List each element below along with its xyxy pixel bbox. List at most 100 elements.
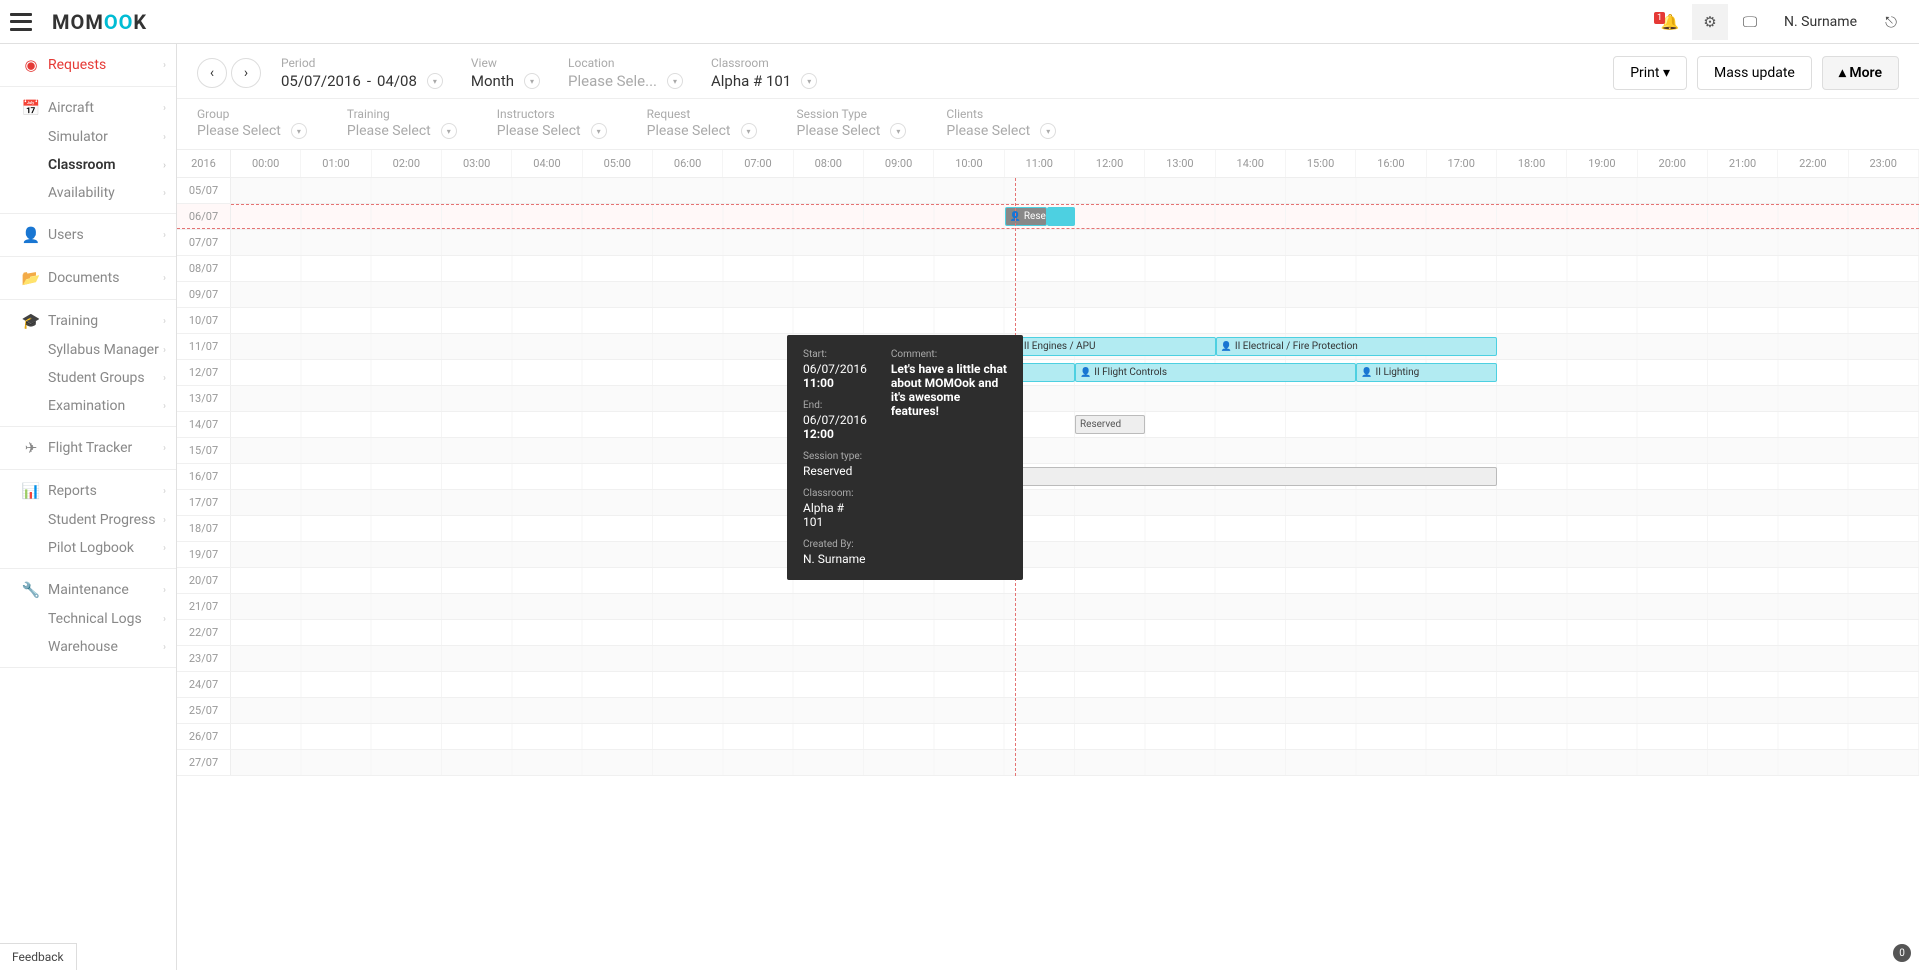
- date-cell: 14/07: [177, 412, 231, 437]
- sidebar-item-warehouse[interactable]: Warehouse›: [0, 633, 176, 661]
- sidebar-item-student-progress[interactable]: Student Progress›: [0, 506, 176, 534]
- schedule-row[interactable]: 25/07: [177, 698, 1919, 724]
- schedule-event[interactable]: 👤II Flight Controls: [1075, 363, 1356, 382]
- sidebar-item-pilot-logbook[interactable]: Pilot Logbook›: [0, 534, 176, 562]
- prev-button[interactable]: ‹: [197, 58, 227, 88]
- classroom-selector[interactable]: Classroom Alpha # 101▾: [711, 56, 817, 90]
- filter-session-type[interactable]: Session TypePlease Select▾: [797, 107, 907, 139]
- schedule-row[interactable]: 22/07: [177, 620, 1919, 646]
- schedule-row[interactable]: 24/07: [177, 672, 1919, 698]
- sidebar-item-availability[interactable]: Availability›: [0, 179, 176, 207]
- row-cells[interactable]: 👤II Hydraulic System👤II Flight Controls👤…: [231, 360, 1919, 385]
- mass-update-button[interactable]: Mass update: [1697, 56, 1812, 90]
- row-cells[interactable]: [231, 230, 1919, 255]
- sidebar-item-aircraft[interactable]: 📅Aircraft›: [0, 93, 176, 123]
- row-cells[interactable]: [231, 724, 1919, 749]
- schedule-row[interactable]: 20/07: [177, 568, 1919, 594]
- period-selector[interactable]: Period 05/07/2016 - 04/08▾: [281, 56, 443, 90]
- filter-request[interactable]: RequestPlease Select▾: [647, 107, 757, 139]
- more-button[interactable]: ▴ More: [1822, 56, 1899, 90]
- schedule-row[interactable]: 07/07: [177, 230, 1919, 256]
- display-button[interactable]: 🖵: [1732, 4, 1768, 40]
- sidebar-item-technical-logs[interactable]: Technical Logs›: [0, 605, 176, 633]
- bottom-badge[interactable]: 0: [1893, 944, 1911, 962]
- row-cells[interactable]: Reserved: [231, 412, 1919, 437]
- schedule-event[interactable]: 👤II Engines / APU: [1005, 337, 1216, 356]
- schedule-row[interactable]: 12/07👤II Hydraulic System👤II Flight Cont…: [177, 360, 1919, 386]
- row-cells[interactable]: 👤II Course Introduction👤II Engines / APU…: [231, 334, 1919, 359]
- sidebar-item-flight-tracker[interactable]: ✈Flight Tracker›: [0, 433, 176, 463]
- filter-group[interactable]: GroupPlease Select▾: [197, 107, 307, 139]
- sidebar-item-student-groups[interactable]: Student Groups›: [0, 364, 176, 392]
- row-cells[interactable]: [231, 178, 1919, 203]
- row-cells[interactable]: [231, 750, 1919, 775]
- username-label[interactable]: N. Surname: [1772, 14, 1869, 30]
- sidebar-item-reports[interactable]: 📊Reports›: [0, 476, 176, 506]
- row-cells[interactable]: [231, 672, 1919, 697]
- schedule-row[interactable]: 14/07 Reserved: [177, 412, 1919, 438]
- row-cells[interactable]: [231, 282, 1919, 307]
- schedule-event[interactable]: 👤Reserved: [1005, 207, 1047, 226]
- row-cells[interactable]: [231, 256, 1919, 281]
- row-cells[interactable]: 👤Reserved: [231, 204, 1919, 229]
- chevron-right-icon: ›: [163, 614, 166, 625]
- sidebar-item-maintenance[interactable]: 🔧Maintenance›: [0, 575, 176, 605]
- row-cells[interactable]: [231, 568, 1919, 593]
- notifications-button[interactable]: 1 🔔: [1652, 4, 1688, 40]
- sidebar-item-simulator[interactable]: Simulator›: [0, 123, 176, 151]
- location-selector[interactable]: Location Please Sele...▾: [568, 56, 683, 90]
- sidebar-item-examination[interactable]: Examination›: [0, 392, 176, 420]
- schedule-row[interactable]: 05/07: [177, 178, 1919, 204]
- row-cells[interactable]: 👤II Lighting: [231, 386, 1919, 411]
- row-cells[interactable]: [231, 698, 1919, 723]
- person-icon: 👤: [1221, 342, 1232, 352]
- sidebar-item-documents[interactable]: 📂Documents›: [0, 263, 176, 293]
- schedule-row[interactable]: 10/07: [177, 308, 1919, 334]
- schedule-row[interactable]: 15/07: [177, 438, 1919, 464]
- row-cells[interactable]: [231, 438, 1919, 463]
- sidebar-item-syllabus[interactable]: Syllabus Manager›: [0, 336, 176, 364]
- row-cells[interactable]: Reserved: [231, 464, 1919, 489]
- sidebar-item-users[interactable]: 👤Users›: [0, 220, 176, 250]
- settings-button[interactable]: ⚙: [1692, 4, 1728, 40]
- row-cells[interactable]: [231, 620, 1919, 645]
- view-selector[interactable]: View Month▾: [471, 56, 540, 90]
- hamburger-icon[interactable]: [10, 13, 32, 31]
- event-label: Reserved: [1024, 211, 1047, 222]
- sidebar-item-classroom[interactable]: Classroom›: [0, 151, 176, 179]
- row-cells[interactable]: [231, 308, 1919, 333]
- filter-training[interactable]: TrainingPlease Select▾: [347, 107, 457, 139]
- schedule-row[interactable]: 06/07👤Reserved: [177, 204, 1919, 230]
- row-cells[interactable]: [231, 646, 1919, 671]
- schedule-row[interactable]: 13/07👤II Lighting: [177, 386, 1919, 412]
- next-button[interactable]: ›: [231, 58, 261, 88]
- feedback-button[interactable]: Feedback: [0, 943, 77, 970]
- sidebar-item-training[interactable]: 🎓Training›: [0, 306, 176, 336]
- schedule-event[interactable]: Reserved: [1075, 415, 1145, 434]
- sliders-icon: ⚙: [1703, 13, 1716, 31]
- schedule-grid[interactable]: 2016 00:0001:0002:0003:0004:0005:0006:00…: [177, 150, 1919, 970]
- schedule-row[interactable]: 23/07: [177, 646, 1919, 672]
- schedule-row[interactable]: 26/07: [177, 724, 1919, 750]
- print-button[interactable]: Print ▾: [1613, 56, 1687, 90]
- schedule-row[interactable]: 11/07👤II Course Introduction👤II Engines …: [177, 334, 1919, 360]
- row-cells[interactable]: [231, 516, 1919, 541]
- schedule-row[interactable]: 18/07: [177, 516, 1919, 542]
- schedule-event[interactable]: 👤II Electrical / Fire Protection: [1216, 337, 1497, 356]
- schedule-row[interactable]: 16/07Reserved: [177, 464, 1919, 490]
- schedule-row[interactable]: 19/07: [177, 542, 1919, 568]
- schedule-event[interactable]: 👤II Lighting: [1356, 363, 1497, 382]
- schedule-row[interactable]: 09/07: [177, 282, 1919, 308]
- logout-button[interactable]: ⎋: [1873, 4, 1909, 40]
- schedule-event[interactable]: [1047, 207, 1075, 226]
- row-cells[interactable]: [231, 594, 1919, 619]
- sidebar-item-requests[interactable]: ◉Requests›: [0, 50, 176, 80]
- filter-clients[interactable]: ClientsPlease Select▾: [946, 107, 1056, 139]
- schedule-row[interactable]: 27/07: [177, 750, 1919, 776]
- schedule-row[interactable]: 17/07: [177, 490, 1919, 516]
- row-cells[interactable]: [231, 542, 1919, 567]
- row-cells[interactable]: [231, 490, 1919, 515]
- schedule-row[interactable]: 21/07: [177, 594, 1919, 620]
- filter-instructors[interactable]: InstructorsPlease Select▾: [497, 107, 607, 139]
- schedule-row[interactable]: 08/07: [177, 256, 1919, 282]
